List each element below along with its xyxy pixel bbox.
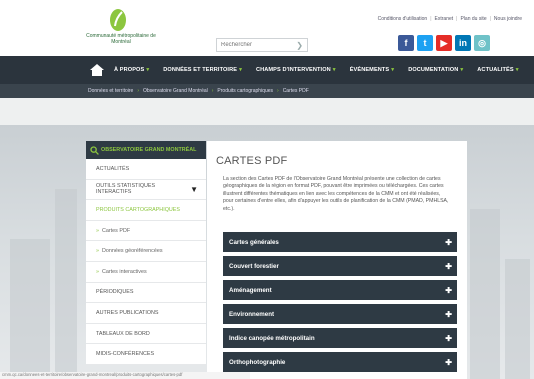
chevron-down-icon: ▾ (332, 67, 336, 73)
nav-item-actualites[interactable]: ACTUALITÉS ▾ (477, 67, 518, 73)
sidebar-item-label: MIDIS-CONFÉRENCES (96, 351, 155, 358)
sidebar-title: OBSERVATOIRE GRAND MONTRÉAL (101, 147, 197, 153)
accordion-label: Aménagement (229, 286, 272, 294)
accordion-label: Environnement (229, 310, 275, 318)
nav-item-documentation[interactable]: DOCUMENTATION ▾ (408, 67, 463, 73)
plus-icon: ✚ (445, 309, 452, 319)
accordion-item[interactable]: Couvert forestier ✚ (223, 256, 457, 276)
accordion-item[interactable]: Aménagement ✚ (223, 280, 457, 300)
status-bar-url: cmm.qc.ca/donnees-et-territoire/observat… (0, 372, 250, 379)
nav-label: À PROPOS (114, 67, 145, 73)
sidebar-item-label: OUTILS STATISTIQUES INTERACTIFS (96, 183, 156, 196)
instagram-icon[interactable]: ◎ (474, 35, 490, 51)
toplink-contact[interactable]: Nous joindre (494, 16, 522, 22)
toplink-conditions[interactable]: Conditions d'utilisation (378, 16, 428, 22)
search-box[interactable]: ❯ (216, 38, 308, 52)
nav-item-evenements[interactable]: ÉVÉNEMENTS ▾ (350, 67, 394, 73)
org-name: Communauté métropolitaine de Montréal (86, 33, 156, 45)
plus-icon: ✚ (445, 237, 452, 247)
twitter-icon[interactable]: t (417, 35, 433, 51)
main-nav: À PROPOS ▾ DONNÉES ET TERRITOIRE ▾ CHAMPS … (0, 56, 534, 84)
search-icon (90, 145, 99, 155)
sidebar: OBSERVATOIRE GRAND MONTRÉAL ACTUALITÉS O… (86, 141, 206, 365)
plus-icon: ✚ (445, 357, 452, 367)
nav-label: DOCUMENTATION (408, 67, 459, 73)
accordion-label: Orthophotographie (229, 358, 286, 366)
toplink-extranet[interactable]: Extranet (435, 16, 454, 22)
caret-down-icon[interactable]: ▼ (190, 185, 198, 194)
sidebar-item-publications[interactable]: AUTRES PUBLICATIONS (86, 303, 206, 324)
page-title: CARTES PDF (216, 155, 288, 167)
sidebar-subitem-cartes-pdf[interactable]: » Cartes PDF (86, 221, 206, 242)
sidebar-item-label: PRODUITS CARTOGRAPHIQUES (96, 206, 180, 213)
search-submit-icon[interactable]: ❯ (296, 41, 303, 50)
sidebar-item-outils[interactable]: OUTILS STATISTIQUES INTERACTIFS ▼ (86, 180, 206, 201)
search-input[interactable] (221, 42, 295, 48)
bullet-icon: » (96, 227, 99, 234)
nav-label: DONNÉES ET TERRITOIRE (163, 67, 238, 73)
facebook-icon[interactable]: f (398, 35, 414, 51)
nav-label: ÉVÉNEMENTS (349, 67, 390, 73)
accordion-label: Cartes générales (229, 238, 279, 246)
breadcrumb-separator: › (277, 88, 279, 94)
plus-icon: ✚ (445, 285, 452, 295)
sidebar-item-label: PÉRIODIQUES (96, 289, 134, 296)
chevron-down-icon: ▾ (239, 67, 242, 73)
breadcrumb: Données et territoire › Observatoire Gra… (0, 84, 534, 98)
bullet-icon: » (96, 268, 99, 275)
accordion-item[interactable]: Indice canopée métropolitain ✚ (223, 328, 457, 348)
cmm-logo-icon[interactable] (107, 8, 129, 32)
site-header: Communauté métropolitaine de Montréal ❯ … (0, 0, 534, 56)
accordion-item[interactable]: Cartes générales ✚ (223, 232, 457, 252)
intro-text: La section des Cartes PDF de l'Observato… (223, 176, 449, 212)
home-icon[interactable] (90, 64, 104, 76)
youtube-icon[interactable]: ▶ (436, 35, 452, 51)
toplink-sitemap[interactable]: Plan du site (460, 16, 486, 22)
chevron-down-icon: ▾ (460, 67, 464, 73)
sidebar-item-periodiques[interactable]: PÉRIODIQUES (86, 283, 206, 304)
accordion-label: Couvert forestier (229, 262, 279, 270)
accordion-item[interactable]: Orthophotographie ✚ (223, 352, 457, 372)
sidebar-item-label: TABLEAUX DE BORD (96, 330, 150, 337)
nav-label: ACTUALITÉS (477, 67, 514, 73)
sidebar-item-label: Cartes PDF (102, 227, 131, 234)
plus-icon: ✚ (445, 261, 452, 271)
breadcrumb-item[interactable]: Observatoire Grand Montréal (143, 88, 208, 94)
breadcrumb-item[interactable]: Produits cartographiques (217, 88, 273, 94)
sidebar-item-tableaux[interactable]: TABLEAUX DE BORD (86, 324, 206, 345)
sidebar-item-midis[interactable]: MIDIS-CONFÉRENCES (86, 344, 206, 365)
nav-label: CHAMPS D'INTERVENTION (255, 67, 331, 73)
sidebar-subitem-donnees[interactable]: » Données géoréférencées (86, 241, 206, 262)
separator: | (430, 16, 432, 22)
accordion-item[interactable]: Environnement ✚ (223, 304, 457, 324)
nav-item-donnees[interactable]: DONNÉES ET TERRITOIRE ▾ (163, 67, 242, 73)
sidebar-item-produits[interactable]: PRODUITS CARTOGRAPHIQUES (86, 200, 206, 221)
social-links: f t ▶ in ◎ (398, 35, 490, 51)
breadcrumb-separator: › (211, 88, 214, 94)
main-content: CARTES PDF La section des Cartes PDF de … (207, 141, 467, 379)
separator: | (456, 16, 458, 22)
breadcrumb-separator: › (137, 88, 139, 94)
sidebar-item-label: AUTRES PUBLICATIONS (96, 309, 159, 316)
breadcrumb-item[interactable]: Données et territoire (88, 88, 133, 94)
accordion-label: Indice canopée métropolitain (229, 334, 315, 342)
sidebar-item-label: Cartes interactives (102, 268, 147, 275)
chevron-down-icon: ▾ (146, 67, 150, 73)
chevron-down-icon: ▾ (515, 67, 519, 73)
nav-item-champs[interactable]: CHAMPS D'INTERVENTION ▾ (256, 67, 336, 73)
breadcrumb-current: Cartes PDF (282, 88, 309, 94)
separator: | (489, 16, 491, 22)
sidebar-subitem-cartes-interactives[interactable]: » Cartes interactives (86, 262, 206, 283)
linkedin-icon[interactable]: in (455, 35, 471, 51)
sidebar-item-label: ACTUALITÉS (96, 165, 130, 172)
sidebar-header[interactable]: OBSERVATOIRE GRAND MONTRÉAL (86, 141, 206, 159)
chevron-down-icon: ▾ (391, 67, 395, 73)
nav-item-apropos[interactable]: À PROPOS ▾ (114, 67, 149, 73)
top-links: Conditions d'utilisation | Extranet | Pl… (378, 16, 522, 22)
sidebar-item-actualites[interactable]: ACTUALITÉS (86, 159, 206, 180)
bullet-icon: » (96, 248, 99, 255)
plus-icon: ✚ (445, 333, 452, 343)
sidebar-item-label: Données géoréférencées (102, 248, 163, 255)
